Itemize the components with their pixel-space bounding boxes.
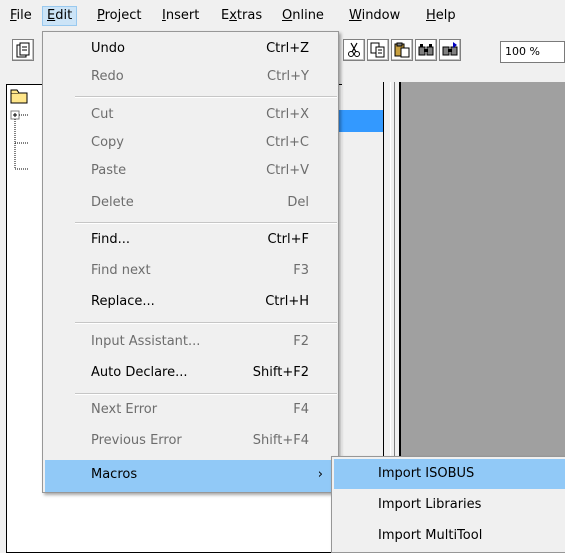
menu-item-redo[interactable]: Redo Ctrl+Y bbox=[45, 62, 337, 94]
menu-edit[interactable]: Edit bbox=[42, 6, 78, 26]
menu-item-paste[interactable]: Paste Ctrl+V bbox=[45, 156, 337, 188]
find-next-icon bbox=[442, 42, 458, 56]
find-icon bbox=[418, 44, 434, 56]
menu-item-replace[interactable]: Replace... Ctrl+H bbox=[45, 287, 337, 319]
find-button[interactable] bbox=[415, 39, 437, 61]
zoom-combobox[interactable]: 100 % bbox=[500, 41, 565, 63]
edit-menu: Undo Ctrl+Z Redo Ctrl+Y Cut Ctrl+X Copy … bbox=[42, 31, 339, 493]
folder-icon bbox=[10, 89, 28, 104]
menu-item-input-assistant[interactable]: Input Assistant... F2 bbox=[45, 327, 337, 359]
menu-item-macros[interactable]: Macros › bbox=[45, 460, 337, 492]
menu-item-find[interactable]: Find... Ctrl+F bbox=[45, 225, 337, 257]
menu-separator bbox=[75, 222, 337, 224]
menu-bar: File Edit Project Insert Extras Online W… bbox=[0, 0, 565, 32]
menu-insert[interactable]: Insert bbox=[158, 6, 203, 26]
menu-item-import-libraries[interactable]: Import Libraries bbox=[334, 490, 565, 520]
menu-separator bbox=[75, 322, 337, 324]
paste-button[interactable] bbox=[391, 39, 413, 61]
menu-item-previous-error[interactable]: Previous Error Shift+F4 bbox=[45, 426, 337, 458]
menu-item-import-isobus[interactable]: Import ISOBUS bbox=[334, 459, 565, 489]
tree-selected-item[interactable] bbox=[338, 110, 383, 132]
new-document-button[interactable] bbox=[12, 39, 34, 61]
menu-separator bbox=[75, 96, 337, 98]
macros-submenu: Import ISOBUS Import Libraries Import Mu… bbox=[331, 456, 565, 553]
menu-item-auto-declare[interactable]: Auto Declare... Shift+F2 bbox=[45, 358, 337, 390]
menu-item-find-next[interactable]: Find next F3 bbox=[45, 256, 337, 288]
menu-item-delete[interactable]: Delete Del bbox=[45, 188, 337, 220]
paste-icon bbox=[394, 42, 410, 58]
new-document-icon bbox=[16, 42, 30, 58]
cut-button[interactable] bbox=[343, 39, 365, 61]
menu-project[interactable]: Project bbox=[93, 6, 146, 26]
find-next-button[interactable] bbox=[439, 39, 461, 61]
menu-online[interactable]: Online bbox=[278, 6, 328, 26]
chevron-right-icon: › bbox=[317, 467, 323, 482]
menu-file[interactable]: File bbox=[6, 6, 36, 26]
menu-window[interactable]: Window bbox=[345, 6, 404, 26]
menu-extras[interactable]: Extras bbox=[217, 6, 266, 26]
copy-icon bbox=[370, 42, 385, 58]
menu-item-next-error[interactable]: Next Error F4 bbox=[45, 395, 337, 427]
menu-item-import-multitool[interactable]: Import MultiTool bbox=[334, 521, 565, 551]
menu-help[interactable]: Help bbox=[422, 6, 460, 26]
copy-button[interactable] bbox=[367, 39, 389, 61]
cut-icon bbox=[348, 42, 360, 57]
